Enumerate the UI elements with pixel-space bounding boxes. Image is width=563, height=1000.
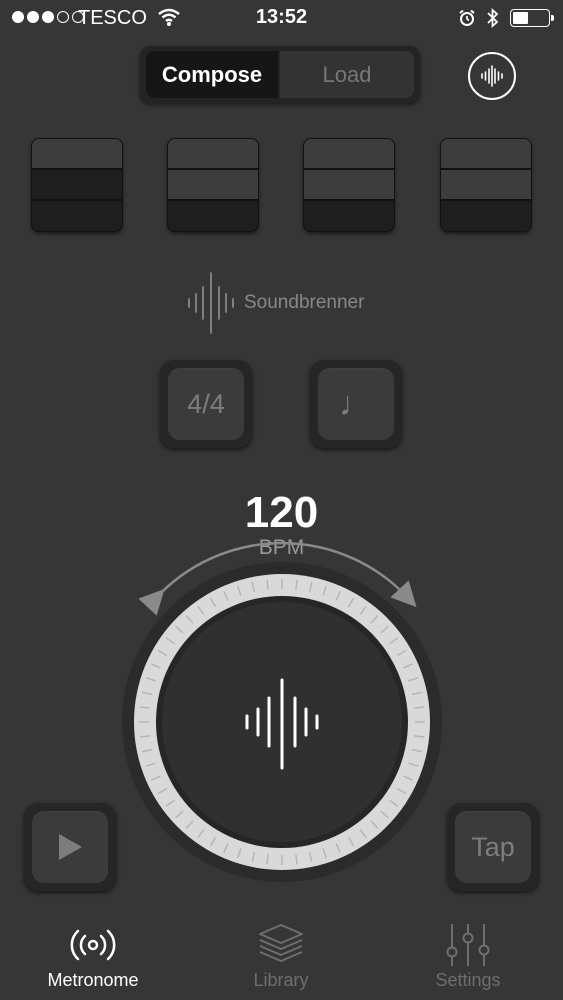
soundwave-icon xyxy=(481,65,503,87)
battery-icon xyxy=(510,9,554,27)
clock-time: 13:52 xyxy=(255,6,308,28)
tap-label: Tap xyxy=(455,811,531,883)
play-button[interactable] xyxy=(24,803,116,891)
dial-tick xyxy=(266,579,269,590)
quarter-note-icon: ♩ xyxy=(318,368,394,440)
dial-tick xyxy=(266,854,269,865)
beat-block-3[interactable] xyxy=(303,138,395,232)
tap-tempo-button[interactable]: Tap xyxy=(447,803,539,891)
brand-logo: Soundbrenner xyxy=(186,272,364,334)
compose-tab[interactable]: Compose xyxy=(146,51,278,98)
tab-library-label: Library xyxy=(253,970,309,990)
settings-icon xyxy=(446,924,490,966)
brand-name: Soundbrenner xyxy=(244,292,365,313)
bluetooth-icon xyxy=(487,8,499,28)
dial-tick xyxy=(414,706,425,709)
note-value-button[interactable]: ♩ xyxy=(310,360,402,448)
device-connect-button[interactable] xyxy=(468,52,516,100)
soundbrenner-logo-icon xyxy=(188,272,234,334)
load-tab[interactable]: Load xyxy=(280,51,414,98)
beat-block-1[interactable] xyxy=(31,138,123,232)
beat-block-2[interactable] xyxy=(167,138,259,232)
time-signature-label: 4/4 xyxy=(168,368,244,440)
play-icon xyxy=(59,834,82,860)
metronome-icon xyxy=(70,929,116,961)
status-bar: TESCO 13:52 xyxy=(0,0,563,36)
tab-settings[interactable]: Settings xyxy=(388,920,548,991)
tab-metronome-label: Metronome xyxy=(47,970,139,990)
alarm-icon xyxy=(459,9,475,26)
dial-tick xyxy=(139,735,150,738)
tab-metronome[interactable]: Metronome xyxy=(13,920,173,991)
tab-settings-label: Settings xyxy=(435,970,501,990)
dial-tick xyxy=(295,854,298,865)
tab-library[interactable]: Library xyxy=(201,920,361,991)
dial-tick xyxy=(139,706,150,709)
library-icon xyxy=(259,924,303,962)
dial-tick xyxy=(295,579,298,590)
beat-block-4[interactable] xyxy=(440,138,532,232)
time-signature-button[interactable]: 4/4 xyxy=(160,360,252,448)
tempo-value: 120 xyxy=(244,488,319,537)
mode-switch: Compose Load xyxy=(140,46,420,103)
dial-tick xyxy=(414,735,425,738)
